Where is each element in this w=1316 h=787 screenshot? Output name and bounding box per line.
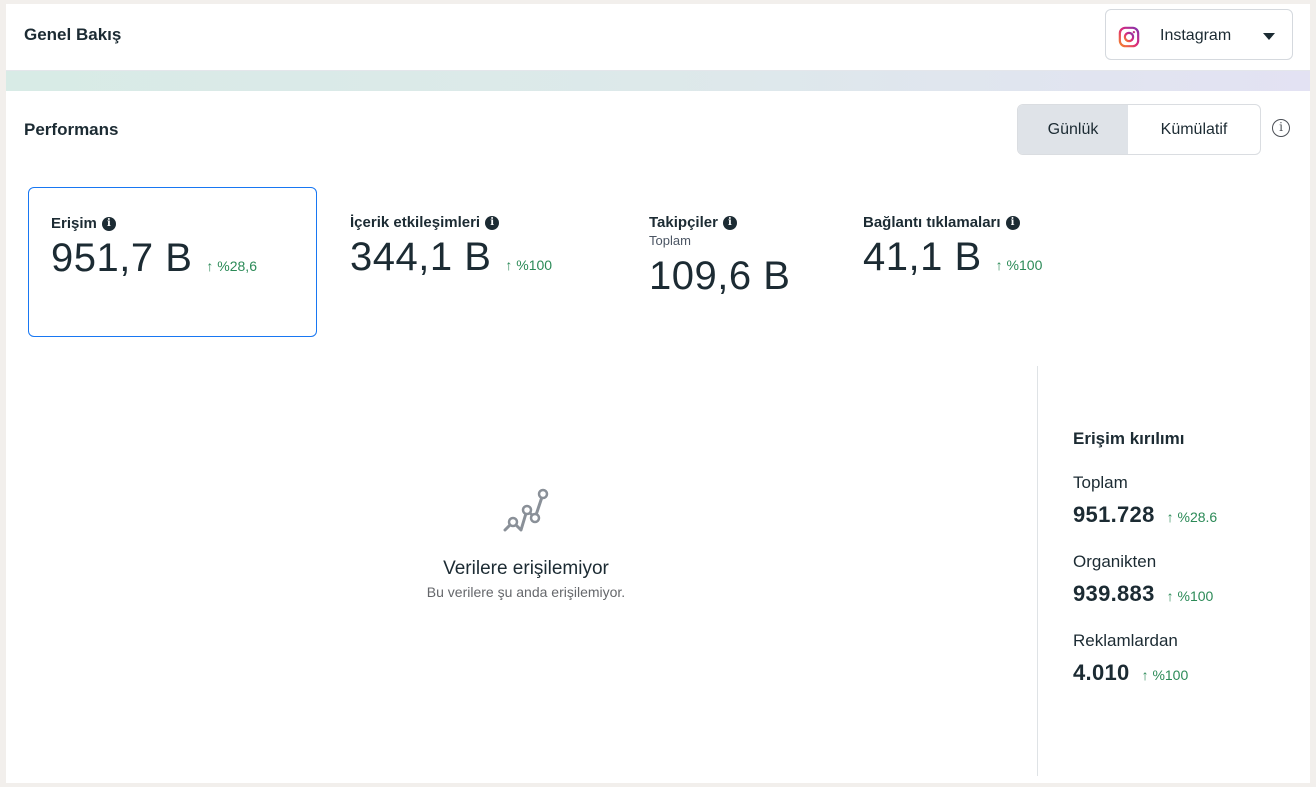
metric-card-followers[interactable]: Takipçiler i Toplam 109,6 B <box>627 187 832 337</box>
metric-label: Erişim i <box>51 215 316 232</box>
breakdown-change: ↑ %100 <box>1166 588 1214 604</box>
overview-panel: Genel Bakış Instagram Performans Günlük <box>6 4 1310 783</box>
breakdown-title: Erişim kırılımı <box>1073 429 1185 448</box>
breakdown-item-ads: Reklamlardan 4.010 ↑ %100 <box>1073 631 1303 686</box>
toggle-daily[interactable]: Günlük <box>1018 105 1128 154</box>
metric-value: 41,1 B <box>863 235 982 279</box>
view-mode-toggle: Günlük Kümülatif <box>1017 104 1261 155</box>
breakdown-item-organic: Organikten 939.883 ↑ %100 <box>1073 552 1303 607</box>
metric-label-text: Bağlantı tıklamaları <box>863 214 1001 231</box>
metric-label: İçerik etkileşimleri i <box>350 214 617 231</box>
section-title: Performans <box>24 120 119 139</box>
breakdown-label: Reklamlardan <box>1073 631 1178 650</box>
decorative-gradient-bar <box>6 71 1310 91</box>
platform-dropdown[interactable]: Instagram <box>1105 9 1293 60</box>
info-icon[interactable]: i <box>485 215 500 230</box>
metric-value: 109,6 B <box>649 254 791 298</box>
metric-card-link-clicks[interactable]: Bağlantı tıklamaları i 41,1 B ↑ %100 <box>841 187 1101 337</box>
info-icon[interactable]: i <box>1272 119 1290 137</box>
info-icon[interactable]: i <box>722 215 737 230</box>
breakdown-label: Toplam <box>1073 473 1128 492</box>
metric-card-reach[interactable]: Erişim i 951,7 B ↑ %28,6 <box>28 187 317 337</box>
metric-value: 951,7 B <box>51 236 193 280</box>
line-chart-icon <box>503 488 549 532</box>
info-icon[interactable]: i <box>1005 215 1020 230</box>
metric-card-content-interactions[interactable]: İçerik etkileşimleri i 344,1 B ↑ %100 <box>327 187 617 337</box>
metric-change: ↑ %100 <box>505 257 553 273</box>
metric-label: Takipçiler i <box>649 214 832 231</box>
empty-state-title: Verilere erişilemiyor <box>443 558 609 579</box>
metric-label: Bağlantı tıklamaları i <box>863 214 1101 231</box>
breakdown-label: Organikten <box>1073 552 1157 571</box>
caret-down-icon <box>1263 33 1275 40</box>
breakdown-value: 951.728 <box>1073 502 1155 527</box>
empty-state: Verilere erişilemiyor Bu verilere şu and… <box>326 484 726 600</box>
metric-sublabel: Toplam <box>649 233 691 248</box>
metric-label-text: Erişim <box>51 215 97 232</box>
metric-label-text: İçerik etkileşimleri <box>350 214 481 231</box>
header: Genel Bakış Instagram <box>6 4 1310 71</box>
metric-change: ↑ %28,6 <box>206 258 257 274</box>
breakdown-value: 4.010 <box>1073 660 1130 685</box>
metric-change: ↑ %100 <box>995 257 1043 273</box>
instagram-icon <box>1118 26 1140 48</box>
metric-label-text: Takipçiler <box>649 214 718 231</box>
empty-state-subtitle: Bu verilere şu anda erişilemiyor. <box>426 584 626 600</box>
info-icon[interactable]: i <box>101 216 116 231</box>
vertical-divider <box>1037 366 1038 776</box>
breakdown-change: ↑ %100 <box>1141 667 1189 683</box>
platform-label: Instagram <box>1160 27 1232 44</box>
toggle-cumulative[interactable]: Kümülatif <box>1128 105 1260 154</box>
breakdown-value: 939.883 <box>1073 581 1155 606</box>
reach-breakdown: Erişim kırılımı Toplam 951.728 ↑ %28.6 O… <box>1073 429 1303 686</box>
page-title: Genel Bakış <box>24 25 122 44</box>
breakdown-change: ↑ %28.6 <box>1166 509 1218 525</box>
metric-value: 344,1 B <box>350 235 492 279</box>
breakdown-item-total: Toplam 951.728 ↑ %28.6 <box>1073 473 1303 528</box>
